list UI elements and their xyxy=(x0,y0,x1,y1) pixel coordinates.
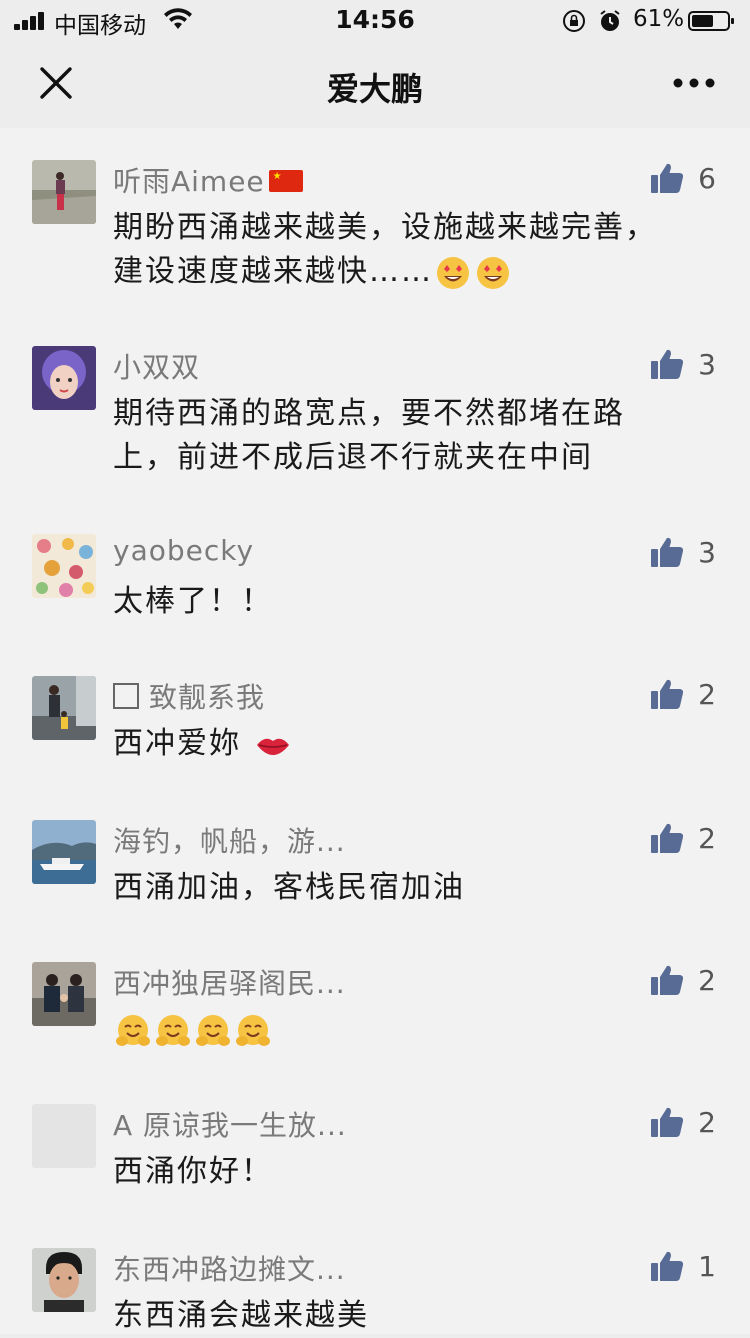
thumbs-up-icon xyxy=(651,163,684,193)
like-button[interactable]: 3 xyxy=(650,346,716,382)
thumbs-up-icon xyxy=(651,823,684,853)
avatar[interactable] xyxy=(32,346,96,410)
like-button[interactable]: 2 xyxy=(650,676,716,712)
status-bar: 中国移动 14:56 61% xyxy=(0,0,750,40)
avatar[interactable] xyxy=(32,676,96,740)
lips-emoji xyxy=(256,738,289,755)
avatar[interactable] xyxy=(32,534,96,598)
thumbs-up-icon xyxy=(651,537,684,567)
heart-eyes-emoji xyxy=(477,256,509,289)
comment-text: 西冲爱妳 xyxy=(113,722,673,766)
thumbs-up-icon xyxy=(651,679,684,709)
comment-author[interactable]: 西冲独居驿阁民... xyxy=(113,962,346,1002)
like-count: 1 xyxy=(698,1249,716,1283)
like-button[interactable]: 2 xyxy=(650,962,716,998)
like-button[interactable]: 1 xyxy=(650,1248,716,1284)
comment-text: 西涌加油，客栈民宿加油 xyxy=(113,870,465,905)
comment-list: 听雨Aimee 期盼西涌越来越美，设施越来越完善， 建设速度越来越快…… 6 小… xyxy=(0,128,750,1334)
heart-eyes-emoji xyxy=(437,256,469,289)
like-count: 2 xyxy=(698,1105,716,1139)
avatar[interactable] xyxy=(32,820,96,884)
comment-author[interactable]: 东西冲路边摊文... xyxy=(113,1248,346,1288)
like-count: 2 xyxy=(698,963,716,997)
comment-text: 期盼西涌越来越美，设施越来越完善， 建设速度越来越快…… xyxy=(113,210,657,289)
hugging-emoji xyxy=(116,1014,150,1046)
like-button[interactable]: 2 xyxy=(650,1104,716,1140)
avatar[interactable] xyxy=(32,1248,96,1312)
thumbs-up-icon xyxy=(651,965,684,995)
hugging-emoji xyxy=(236,1014,270,1046)
more-icon[interactable] xyxy=(672,76,716,90)
like-count: 2 xyxy=(698,821,716,855)
thumbs-up-icon xyxy=(651,1107,684,1137)
like-count: 3 xyxy=(698,535,716,569)
comment-author[interactable]: yaobecky xyxy=(113,534,254,567)
page-title: 爱大鹏 xyxy=(326,70,423,108)
avatar[interactable] xyxy=(32,962,96,1026)
comment-author[interactable]: 致靓系我 xyxy=(113,676,265,716)
comment-author[interactable]: A 原谅我一生放... xyxy=(113,1104,347,1144)
like-count: 3 xyxy=(698,347,716,381)
comment-text: 东西涌会越来越美 xyxy=(113,1298,369,1333)
like-count: 2 xyxy=(698,677,716,711)
avatar[interactable] xyxy=(32,1104,96,1168)
rotation-lock-icon xyxy=(563,10,585,32)
checkbox-icon xyxy=(113,683,139,709)
battery-icon xyxy=(688,11,734,31)
comment-text: 太棒了！！ xyxy=(113,584,273,619)
alarm-icon xyxy=(600,10,620,31)
nav-bar: 爱大鹏 xyxy=(0,40,750,128)
like-button[interactable]: 6 xyxy=(650,160,716,196)
like-count: 6 xyxy=(698,161,716,195)
comment-author[interactable]: 听雨Aimee xyxy=(113,160,303,200)
hugging-emoji xyxy=(196,1014,230,1046)
comment-text: 期待西涌的路宽点，要不然都堵在路 上，前进不成后退不行就夹在中间 xyxy=(113,396,625,475)
comment-author[interactable]: 海钓，帆船，游... xyxy=(113,820,346,860)
comment-text: 西涌你好！ xyxy=(113,1154,273,1189)
hugging-emoji xyxy=(156,1014,190,1046)
comment-author[interactable]: 小双双 xyxy=(113,346,200,386)
battery-percent: 61% xyxy=(633,6,685,32)
thumbs-up-icon xyxy=(651,1251,684,1281)
china-flag-icon xyxy=(268,170,303,192)
thumbs-up-icon xyxy=(651,349,684,379)
comment-text xyxy=(113,1008,673,1052)
like-button[interactable]: 2 xyxy=(650,820,716,856)
like-button[interactable]: 3 xyxy=(650,534,716,570)
avatar[interactable] xyxy=(32,160,96,224)
